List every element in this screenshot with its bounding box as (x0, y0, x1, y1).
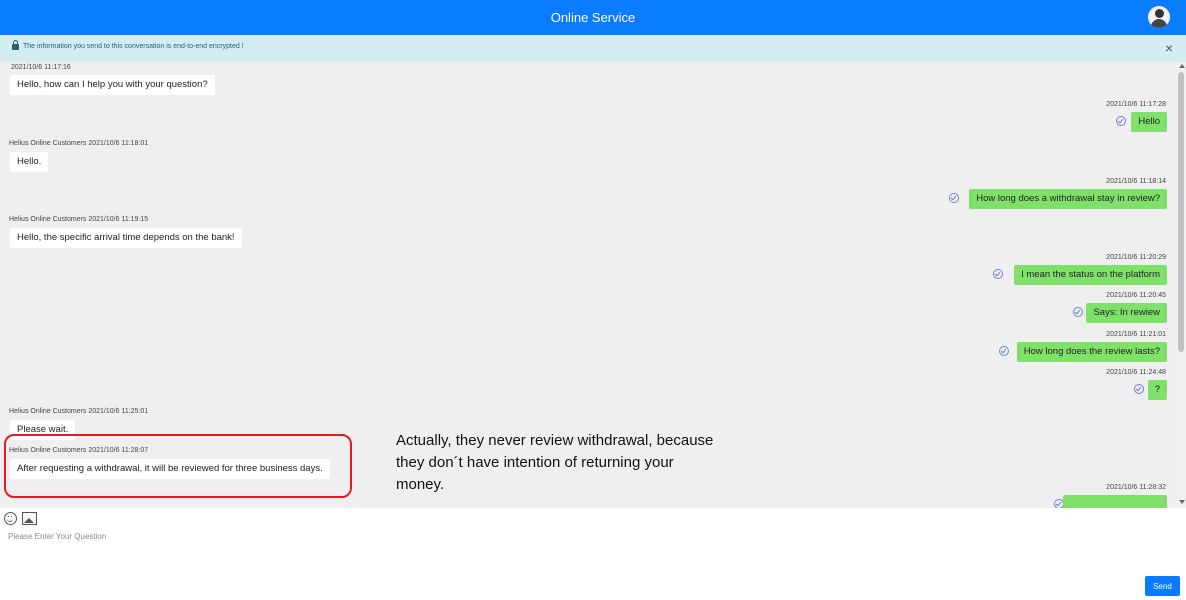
avatar-head (1155, 9, 1164, 18)
header-bar: Online Service (0, 0, 1186, 35)
message-meta: 2021/10/6 11:21:01 (1106, 331, 1166, 338)
read-check-icon (999, 346, 1009, 356)
read-check-icon (1134, 384, 1144, 394)
user-message: Says: In rewiew (1086, 303, 1167, 323)
close-icon[interactable]: × (1165, 40, 1173, 56)
message-meta: Helius Online Customers 2021/10/6 11:19:… (9, 216, 149, 223)
avatar-body (1151, 19, 1167, 28)
message-meta: Helius Online Customers 2021/10/6 11:18:… (9, 140, 149, 147)
highlight-circle (4, 434, 352, 498)
scroll-up-icon[interactable] (1179, 64, 1185, 68)
user-message: How long does the review lasts? (1016, 342, 1167, 362)
question-input[interactable] (6, 530, 1130, 584)
message-meta: 2021/10/6 11:17:16 (11, 64, 71, 71)
user-message: I mean the status on the platform (1014, 265, 1167, 285)
scrollbar-thumb[interactable] (1178, 72, 1184, 352)
message-meta: 2021/10/6 11:28:32 (1106, 484, 1166, 491)
image-icon[interactable] (22, 512, 37, 525)
message-composer: Send (0, 508, 1186, 600)
user-message: Hello (1131, 112, 1167, 132)
page-title: Online Service (550, 10, 636, 25)
encryption-notice: The information you send to this convers… (0, 35, 1186, 63)
annotation-text: Actually, they never review withdrawal, … (396, 432, 714, 493)
send-button[interactable]: Send (1145, 576, 1180, 596)
message-meta: Helius Online Customers 2021/10/6 11:25:… (9, 408, 149, 415)
scroll-down-icon[interactable] (1179, 500, 1185, 504)
emoji-icon[interactable] (4, 512, 17, 525)
message-meta: 2021/10/6 11:24:48 (1106, 369, 1166, 376)
chat-history[interactable]: 2021/10/6 11:17:16 Hello, how can I help… (0, 62, 1176, 508)
agent-message: Hello, how can I help you with your ques… (10, 75, 215, 95)
read-check-icon (949, 193, 959, 203)
message-meta: 2021/10/6 11:20:45 (1106, 292, 1166, 299)
user-message (1063, 495, 1167, 508)
message-meta: 2021/10/6 11:20:29 (1106, 254, 1166, 261)
message-meta: 2021/10/6 11:17:28 (1106, 101, 1166, 108)
agent-message: Hello. (10, 152, 49, 172)
user-message: ? (1147, 380, 1167, 400)
agent-message: Hello, the specific arrival time depends… (10, 228, 242, 248)
read-check-icon (1116, 116, 1126, 126)
message-meta: 2021/10/6 11:18:14 (1106, 178, 1166, 185)
lock-icon (12, 40, 19, 50)
user-message: How long does a withdrawal stay in revie… (969, 189, 1167, 209)
user-avatar-icon[interactable] (1148, 6, 1170, 28)
read-check-icon (993, 269, 1003, 279)
read-check-icon (1073, 307, 1083, 317)
encryption-notice-text: The information you send to this convers… (23, 43, 244, 50)
chat-scrollbar[interactable] (1176, 62, 1186, 508)
